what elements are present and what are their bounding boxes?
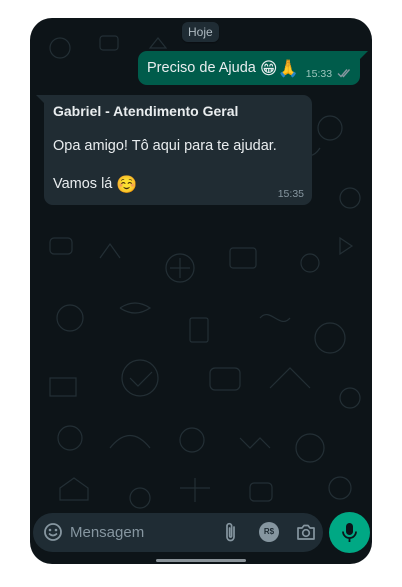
camera-icon[interactable] [296,522,316,542]
payment-icon[interactable]: R$ [259,522,279,542]
microphone-icon [342,523,357,542]
incoming-time: 15:35 [277,188,304,200]
date-chip: Hoje [182,22,219,42]
incoming-text-line-1: Opa amigo! Tô aqui para te ajudar. [53,138,277,154]
attach-icon[interactable] [221,522,241,544]
outgoing-message[interactable]: Preciso de Ajuda 😁🙏 15:33 [138,51,368,85]
home-indicator[interactable] [156,559,246,562]
incoming-text-line-2: Vamos lá ☺️ [53,175,138,195]
chat-screen: Hoje Preciso de Ajuda 😁🙏 15:33 Gabriel -… [30,18,372,564]
read-receipt-icon [337,69,351,78]
incoming-bubble-tail [36,95,45,104]
outgoing-emojis: 😁🙏 [259,59,299,78]
outgoing-time: 15:33 [305,68,333,80]
emoji-icon[interactable] [43,522,63,542]
incoming-text-line-2-text: Vamos lá [53,176,113,192]
smiling-emoji: ☺️ [116,175,138,194]
message-input[interactable]: Mensagem [70,524,144,541]
sender-name: Gabriel - Atendimento Geral [53,103,239,119]
outgoing-message-text: Preciso de Ajuda 😁🙏 [147,59,299,79]
outgoing-message-meta: 15:33 [306,68,352,80]
voice-message-button[interactable] [329,512,370,553]
outgoing-text: Preciso de Ajuda [147,60,256,76]
outgoing-bubble-tail [359,51,368,60]
message-composer[interactable]: Mensagem R$ [33,513,323,552]
incoming-message[interactable]: Gabriel - Atendimento Geral Opa amigo! T… [36,95,312,205]
